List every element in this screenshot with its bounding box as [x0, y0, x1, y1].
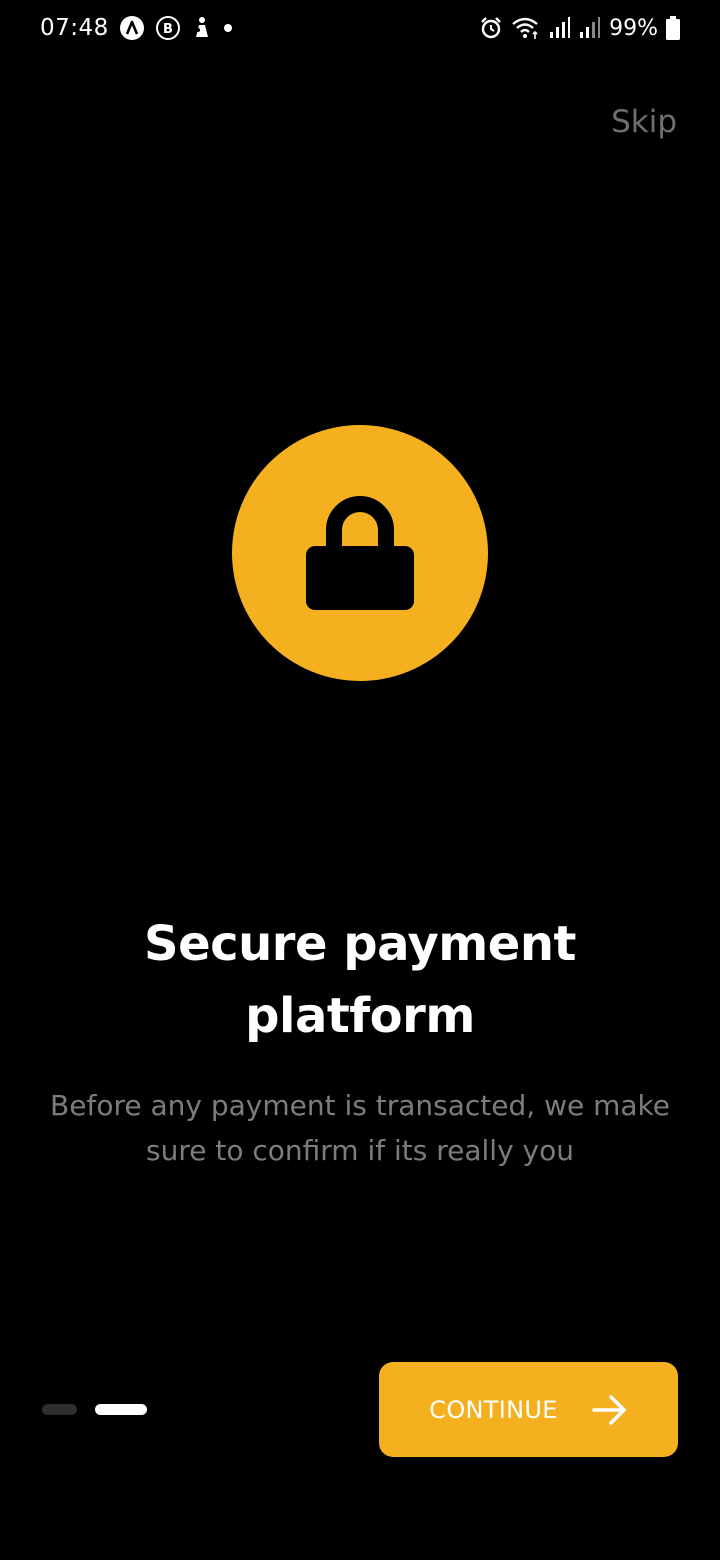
app-notification-icon [191, 15, 213, 41]
signal-icon [549, 16, 571, 40]
page-description: Before any payment is transacted, we mak… [50, 1089, 670, 1167]
battery-percent: 99% [609, 15, 658, 41]
page-indicator-dot-1 [42, 1404, 77, 1415]
status-bar: 07:48 B 99% [0, 0, 720, 56]
hero-circle [232, 425, 488, 681]
svg-text:B: B [163, 22, 173, 37]
alarm-icon [479, 16, 503, 40]
wifi-icon [511, 16, 541, 40]
signal-icon [579, 16, 601, 40]
status-time: 07:48 [40, 15, 109, 41]
page-indicator-dot-2-active [95, 1404, 147, 1415]
b-circle-icon: B [155, 15, 181, 41]
lock-icon [306, 494, 414, 612]
page-title: Secure payment platform [144, 916, 576, 1044]
page-indicator [42, 1404, 147, 1415]
status-left: 07:48 B [40, 12, 233, 44]
skip-button[interactable]: Skip [611, 104, 677, 140]
arrow-right-icon [591, 1394, 628, 1426]
dot-icon [223, 23, 233, 33]
status-right: 99% [479, 12, 680, 44]
a-circle-icon [119, 15, 145, 41]
battery-icon [666, 16, 680, 40]
continue-button[interactable]: CONTINUE [379, 1362, 678, 1457]
continue-label: CONTINUE [429, 1395, 558, 1424]
